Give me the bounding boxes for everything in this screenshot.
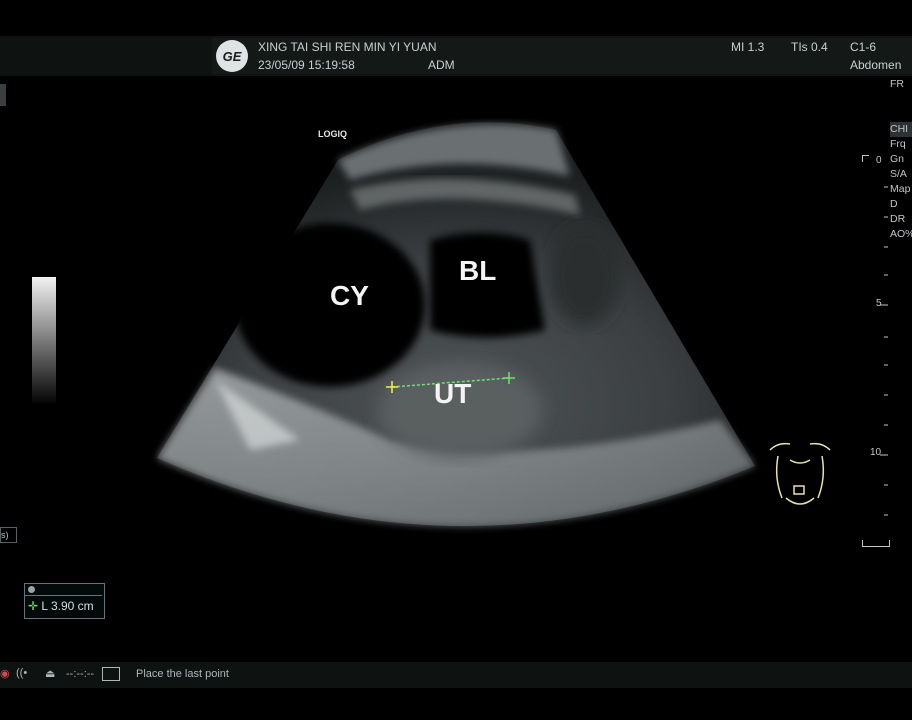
param-d: D bbox=[890, 198, 898, 210]
exam-preset: Abdomen bbox=[850, 58, 902, 72]
screen-icon[interactable] bbox=[102, 667, 120, 681]
ge-logo: GE bbox=[216, 40, 248, 72]
param-gn: Gn bbox=[890, 153, 905, 165]
measurement-length: L 3.90 cm bbox=[41, 599, 94, 613]
ultrasound-image[interactable] bbox=[0, 76, 912, 660]
exam-datetime: 23/05/09 15:19:58 bbox=[258, 58, 355, 72]
thermal-index: TIs 0.4 bbox=[791, 40, 828, 54]
caliper-cross-icon: ✛ bbox=[28, 599, 39, 613]
probe-name: C1-6 bbox=[850, 40, 877, 54]
measurement-value[interactable]: ✛ L 3.90 cm bbox=[28, 599, 94, 613]
measurement-indicator-icon bbox=[28, 586, 35, 593]
param-frq: Frq bbox=[890, 138, 906, 150]
annotation-bladder[interactable]: BL bbox=[459, 255, 496, 287]
measurement-header bbox=[25, 584, 102, 596]
eject-icon: ⏏ bbox=[45, 668, 56, 680]
param-sa: S/A bbox=[890, 168, 907, 180]
status-prompt: Place the last point bbox=[136, 668, 229, 680]
param-dr: DR bbox=[890, 213, 906, 225]
param-ao: AO% bbox=[890, 228, 912, 240]
wifi-icon: ((• bbox=[16, 667, 28, 679]
annotation-uterus[interactable]: UT bbox=[434, 378, 471, 410]
side-tissue bbox=[550, 225, 620, 325]
alert-icon: ◉ bbox=[0, 668, 10, 680]
depth-scale-corner-bottom bbox=[862, 540, 890, 547]
annotation-cyst[interactable]: CY bbox=[330, 280, 369, 312]
depth-scale-corner-top bbox=[862, 155, 869, 162]
body-mark-icon bbox=[769, 442, 831, 505]
depth-ticks bbox=[880, 186, 888, 516]
hospital-name: XING TAI SHI REN MIN YI YUAN bbox=[258, 40, 437, 54]
status-time: --:--:-- bbox=[66, 668, 95, 680]
param-chi: CHI bbox=[890, 122, 912, 137]
grayscale-bar bbox=[32, 277, 56, 403]
logiq-brand: LOGIQ bbox=[318, 129, 347, 139]
mechanical-index: MI 1.3 bbox=[731, 40, 765, 54]
imaging-params: CHI Frq Gn S/A Map D DR AO% bbox=[890, 122, 912, 242]
operator: ADM bbox=[428, 58, 455, 72]
param-map: Map bbox=[890, 183, 911, 195]
uterus-region bbox=[378, 362, 542, 458]
